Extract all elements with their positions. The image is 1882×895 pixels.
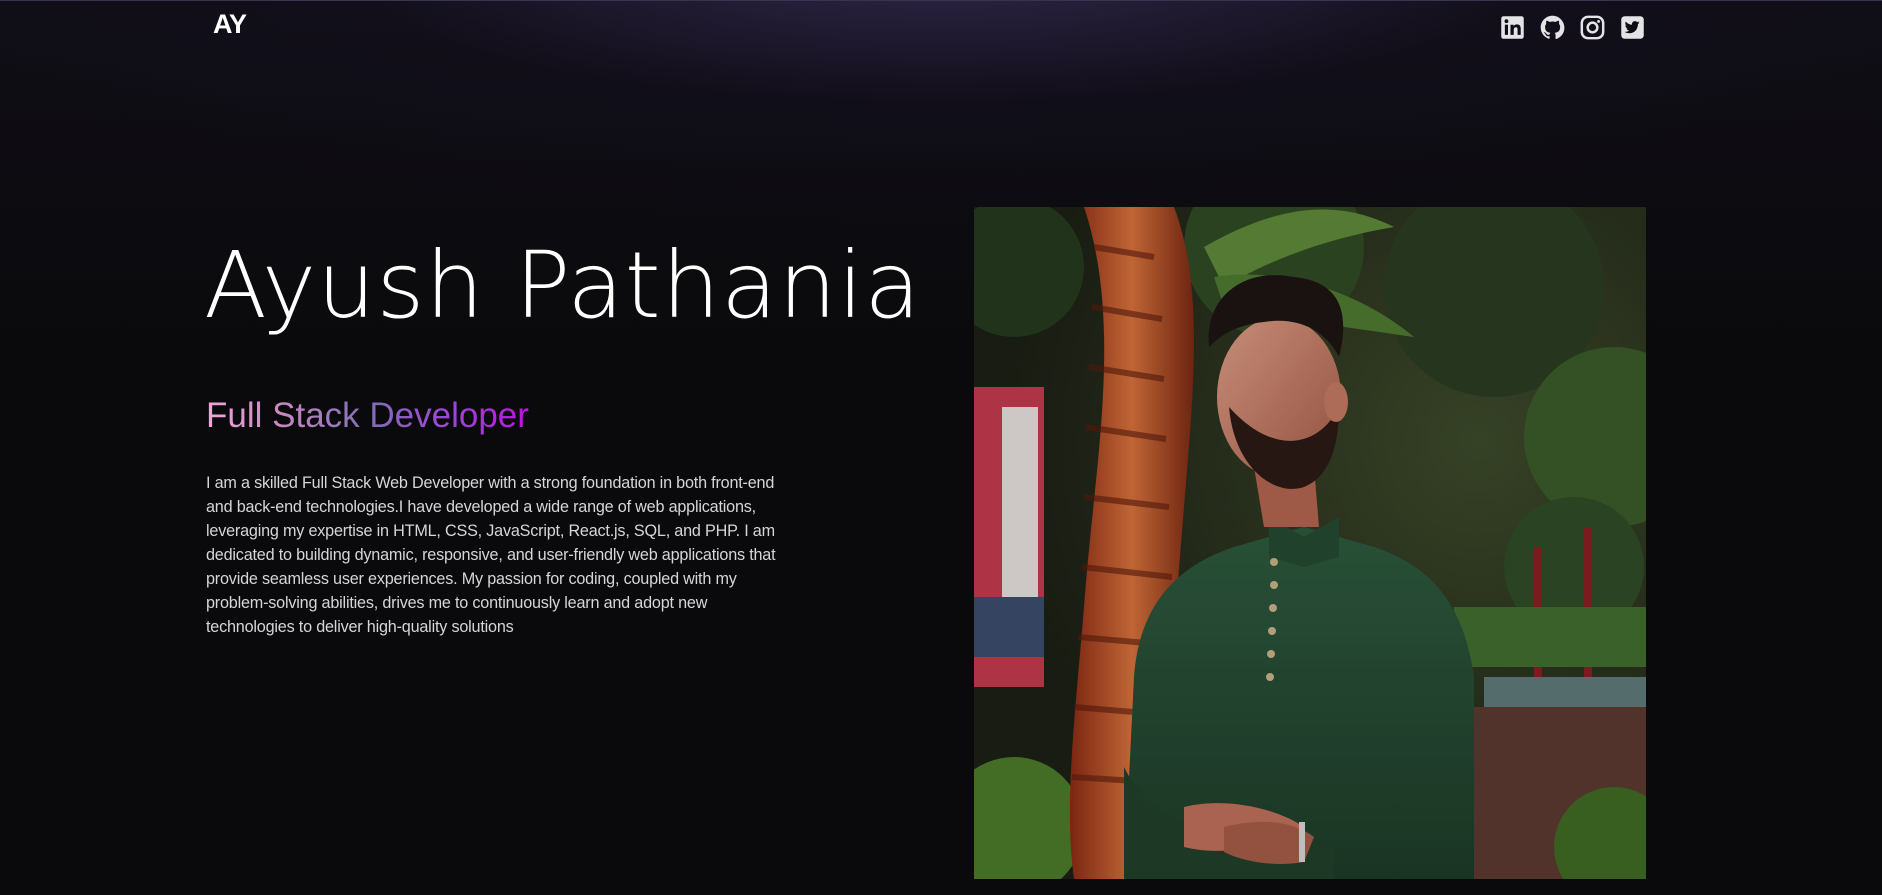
- profile-photo-illustration: [974, 207, 1646, 879]
- bio-text: I am a skilled Full Stack Web Developer …: [206, 474, 776, 636]
- social-links: [1499, 14, 1646, 41]
- navbar: AY: [0, 0, 1882, 52]
- twitter-link[interactable]: [1619, 14, 1646, 41]
- instagram-icon: [1580, 15, 1605, 40]
- github-icon: [1540, 15, 1565, 39]
- twitter-icon: [1621, 16, 1644, 39]
- hero-name: Ayush Pathania: [204, 232, 922, 339]
- instagram-link[interactable]: [1579, 14, 1606, 41]
- role-title: Full Stack Developer: [206, 396, 529, 435]
- linkedin-icon: [1501, 16, 1524, 39]
- logo[interactable]: AY: [213, 9, 247, 40]
- github-link[interactable]: [1539, 14, 1566, 41]
- linkedin-link[interactable]: [1499, 14, 1526, 41]
- profile-photo: [974, 207, 1646, 879]
